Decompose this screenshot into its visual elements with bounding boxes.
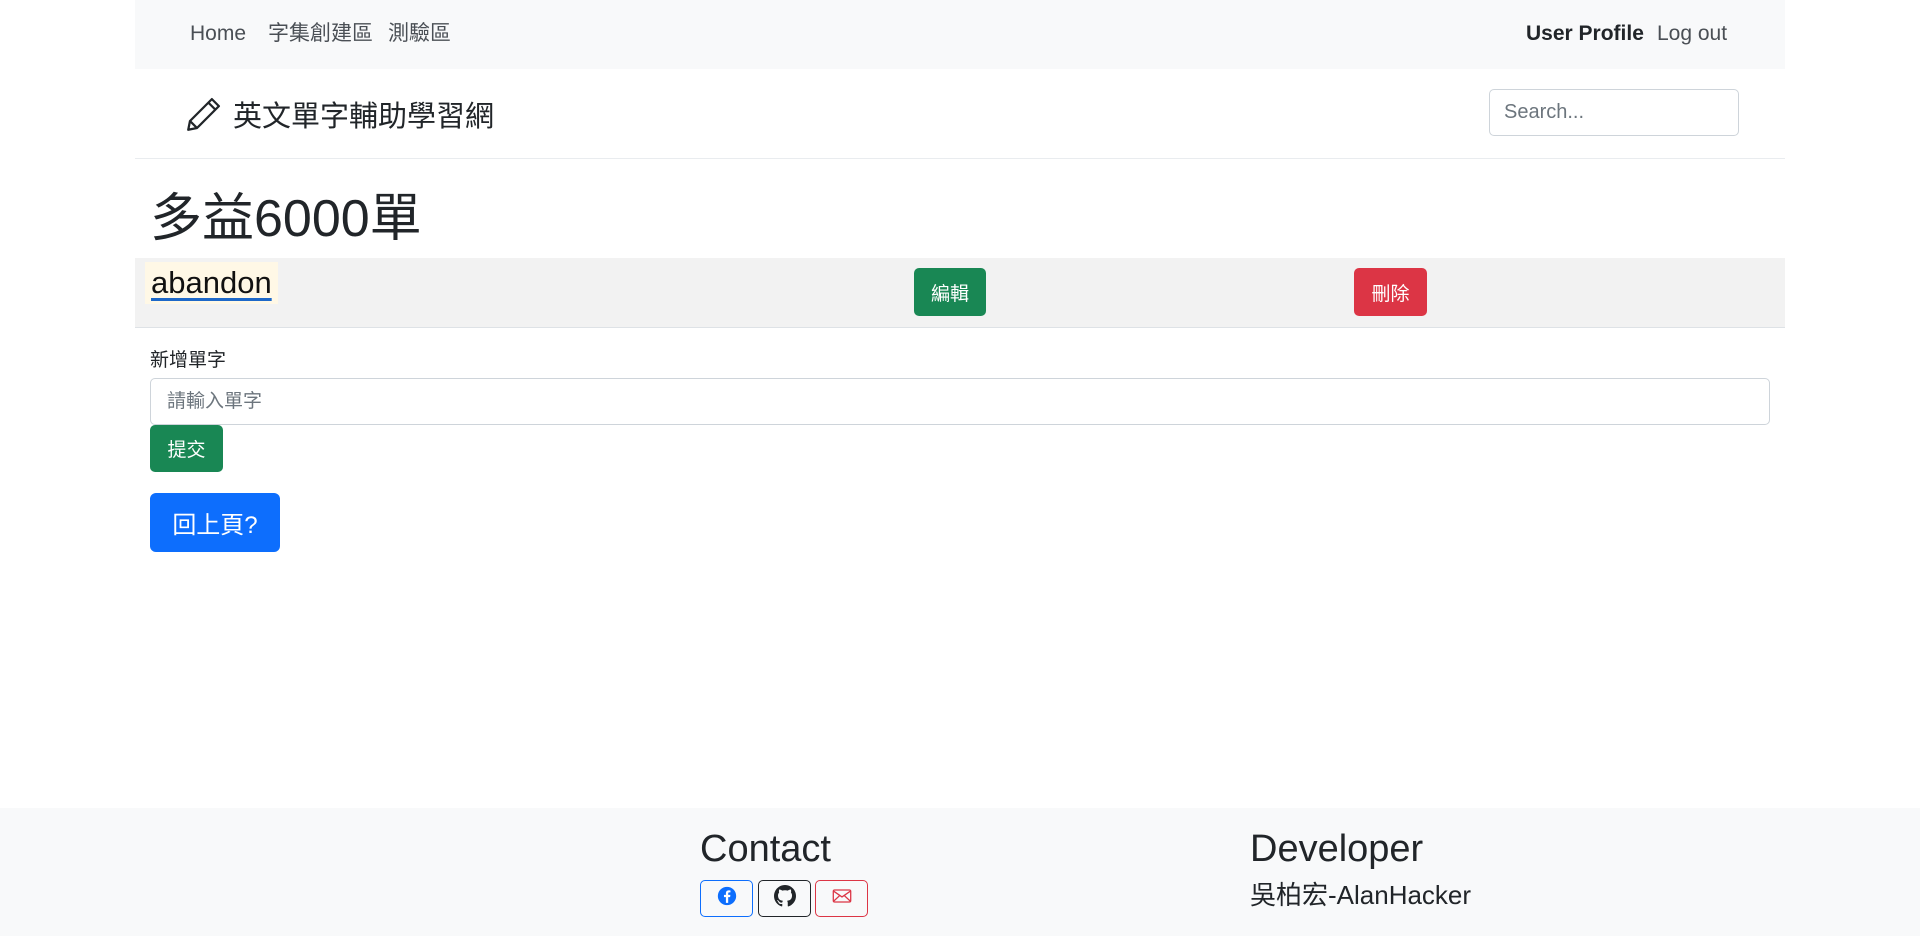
pencil-icon — [183, 93, 225, 140]
back-button[interactable]: 回上頁? — [150, 493, 280, 552]
developer-name: 吳柏宏-AlanHacker — [1250, 880, 1472, 910]
nav-user-profile-link[interactable]: User Profile — [1526, 20, 1644, 48]
footer: Contact Developer 吳柏宏-AlanHacker — [0, 808, 1920, 936]
add-word-label: 新增單字 — [150, 350, 227, 371]
facebook-button[interactable] — [700, 880, 753, 917]
facebook-icon — [716, 885, 738, 912]
top-navbar: Home 字集創建區 測驗區 User Profile Log out — [135, 0, 1785, 70]
nav-create-link[interactable]: 字集創建區 — [268, 20, 373, 48]
nav-quiz-link[interactable]: 測驗區 — [388, 20, 451, 48]
word-link[interactable]: abandon — [145, 262, 278, 304]
nav-home-link[interactable]: Home — [190, 20, 246, 48]
search-input[interactable] — [1489, 89, 1739, 136]
delete-button[interactable]: 刪除 — [1354, 268, 1427, 316]
add-word-input[interactable] — [150, 378, 1770, 425]
submit-button[interactable]: 提交 — [150, 425, 223, 472]
envelope-icon — [831, 885, 853, 912]
developer-heading: Developer — [1250, 828, 1424, 870]
edit-button[interactable]: 編輯 — [914, 268, 986, 316]
nav-logout-link[interactable]: Log out — [1657, 20, 1727, 48]
github-button[interactable] — [758, 880, 811, 917]
brand-title: 英文單字輔助學習網 — [233, 100, 495, 133]
email-button[interactable] — [815, 880, 868, 917]
contact-heading: Contact — [700, 828, 831, 870]
github-icon — [773, 885, 796, 912]
page-title: 多益6000單 — [150, 190, 422, 248]
word-row: abandon 編輯 刪除 — [135, 258, 1785, 328]
brand-link[interactable]: 英文單字輔助學習網 — [183, 93, 494, 140]
brand-bar: 英文單字輔助學習網 — [135, 69, 1785, 159]
